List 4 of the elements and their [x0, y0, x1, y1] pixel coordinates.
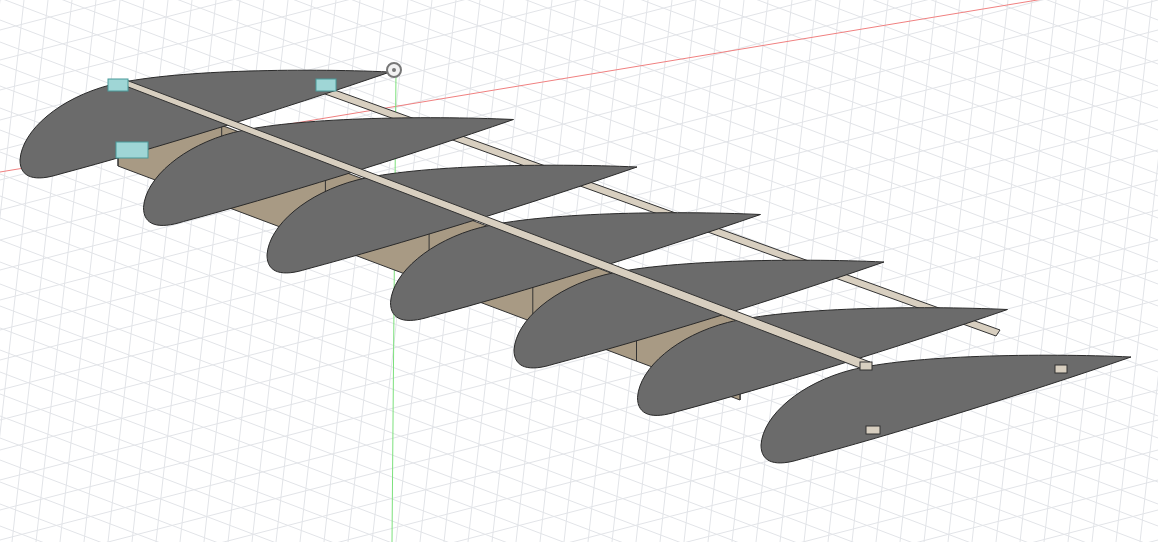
origin-icon [386, 62, 402, 78]
constraint-icon [115, 141, 149, 159]
constraint-icon [107, 78, 129, 92]
constraint-icon [315, 78, 337, 92]
